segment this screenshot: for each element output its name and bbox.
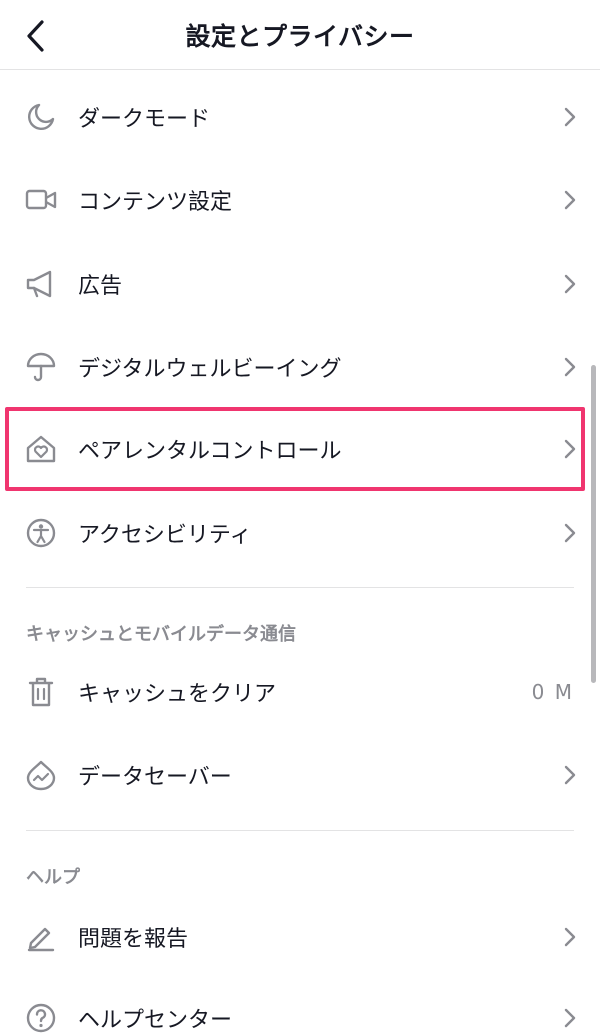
chevron-right-icon [562, 355, 578, 379]
settings-screen: 設定とプライバシー ダークモード コンテンツ設定 広告 デジタルウェルビーイング… [0, 0, 600, 1035]
report-problem-row[interactable]: 問題を報告 [0, 895, 600, 979]
cache-section-title: キャッシュとモバイルデータ通信 [26, 624, 296, 645]
report-problem-label: 問題を報告 [78, 927, 189, 952]
parental-control-label: ペアレンタルコントロール [78, 439, 342, 464]
section-divider [26, 587, 574, 588]
ads-row[interactable]: 広告 [0, 242, 600, 326]
megaphone-icon [24, 267, 58, 301]
page-title: 設定とプライバシー [185, 22, 415, 51]
data-saver-label: データセーバー [78, 765, 232, 790]
chevron-right-icon [562, 188, 578, 212]
clear-cache-label: キャッシュをクリア [78, 682, 277, 707]
dark-mode-label: ダークモード [78, 107, 211, 132]
digital-wellbeing-row[interactable]: デジタルウェルビーイング [0, 325, 600, 409]
house-heart-icon [24, 432, 58, 466]
trash-icon [24, 675, 58, 709]
clear-cache-row[interactable]: キャッシュをクリア 0 M [0, 650, 600, 734]
help-section-title: ヘルプ [26, 867, 80, 888]
data-saver-row[interactable]: データセーバー [0, 733, 600, 817]
chevron-right-icon [562, 763, 578, 787]
pencil-icon [24, 920, 58, 954]
nav-header: 設定とプライバシー [0, 0, 600, 70]
dark-mode-row[interactable]: ダークモード [0, 75, 600, 159]
umbrella-icon [24, 350, 58, 384]
section-divider [26, 830, 574, 831]
question-circle-icon [24, 1001, 58, 1035]
chevron-right-icon [562, 925, 578, 949]
chevron-right-icon [562, 105, 578, 129]
content-settings-label: コンテンツ設定 [78, 190, 233, 215]
ads-label: 広告 [78, 274, 123, 299]
accessibility-row[interactable]: アクセシビリティ [0, 491, 600, 575]
chevron-right-icon [562, 521, 578, 545]
accessibility-label: アクセシビリティ [78, 523, 252, 548]
help-center-row[interactable]: ヘルプセンター [0, 976, 600, 1035]
digital-wellbeing-label: デジタルウェルビーイング [78, 357, 342, 382]
chevron-right-icon [562, 272, 578, 296]
content-settings-row[interactable]: コンテンツ設定 [0, 158, 600, 242]
cache-size-value: 0 M [531, 680, 574, 704]
help-center-label: ヘルプセンター [78, 1008, 233, 1033]
moon-icon [24, 100, 58, 134]
chevron-right-icon [562, 1006, 578, 1030]
accessibility-icon [24, 516, 58, 550]
parental-control-row[interactable]: ペアレンタルコントロール [0, 407, 600, 491]
data-saver-icon [24, 758, 58, 792]
video-camera-icon [24, 183, 58, 217]
scrollbar[interactable] [591, 365, 596, 683]
chevron-right-icon [562, 437, 578, 461]
